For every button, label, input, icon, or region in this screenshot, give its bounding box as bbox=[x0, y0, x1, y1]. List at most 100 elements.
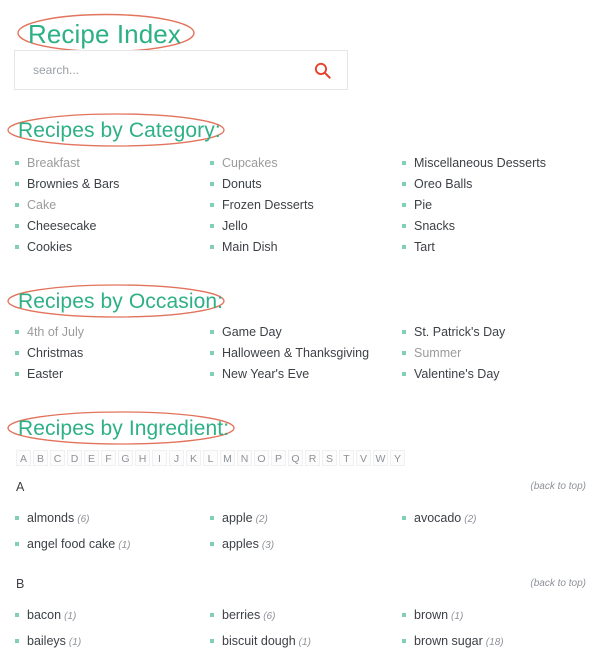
ingredient-count: (6) bbox=[263, 611, 276, 622]
occasion-heading-block: Recipes by Occasion: bbox=[5, 283, 225, 318]
category-item[interactable]: Brownies & Bars bbox=[14, 174, 119, 195]
category-item[interactable]: Miscellaneous Desserts bbox=[401, 153, 546, 174]
ingredient-column-1: almonds (6) angel food cake (1) bbox=[14, 506, 131, 558]
occasion-item[interactable]: Halloween & Thanksgiving bbox=[209, 343, 369, 364]
occasion-item[interactable]: Easter bbox=[14, 364, 84, 385]
alphabet-letter-l[interactable]: L bbox=[203, 450, 218, 466]
ingredient-count: (2) bbox=[255, 514, 268, 525]
ingredient-item[interactable]: avocado (2) bbox=[401, 506, 477, 532]
search-button[interactable] bbox=[308, 51, 347, 89]
ingredient-item[interactable]: angel food cake (1) bbox=[14, 532, 131, 558]
occasion-item[interactable]: 4th of July bbox=[14, 322, 84, 343]
alphabet-letter-y[interactable]: Y bbox=[390, 450, 405, 466]
alphabet-letter-e[interactable]: E bbox=[84, 450, 99, 466]
ingredient-column-3: brown (1) brown sugar (18) bbox=[401, 603, 504, 655]
ingredient-name: bacon bbox=[27, 608, 62, 622]
alphabet-letter-r[interactable]: R bbox=[305, 450, 320, 466]
alphabet-letter-w[interactable]: W bbox=[373, 450, 388, 466]
alphabet-letter-t[interactable]: T bbox=[339, 450, 354, 466]
ingredient-item[interactable]: bacon (1) bbox=[14, 603, 81, 629]
ingredient-item[interactable]: brown (1) bbox=[401, 603, 504, 629]
category-item[interactable]: Main Dish bbox=[209, 237, 314, 258]
alphabet-letter-b[interactable]: B bbox=[33, 450, 48, 466]
occasion-item[interactable]: Summer bbox=[401, 343, 505, 364]
alphabet-letter-n[interactable]: N bbox=[237, 450, 252, 466]
back-to-top-link[interactable]: (back to top) bbox=[530, 578, 586, 589]
alphabet-letter-c[interactable]: C bbox=[50, 450, 65, 466]
alphabet-nav[interactable]: ABCDEFGHIJKLMNOPQRSTVWY bbox=[16, 450, 405, 466]
ingredient-count: (3) bbox=[261, 540, 275, 551]
page-title: Recipe Index bbox=[28, 19, 181, 49]
back-to-top-link[interactable]: (back to top) bbox=[530, 481, 586, 492]
alphabet-letter-o[interactable]: O bbox=[254, 450, 269, 466]
ingredient-group-header: B (back to top) bbox=[0, 577, 600, 595]
ingredient-count: (2) bbox=[464, 514, 477, 525]
ingredient-name: apples bbox=[222, 537, 259, 551]
alphabet-letter-j[interactable]: J bbox=[169, 450, 184, 466]
occasion-item[interactable]: Valentine's Day bbox=[401, 364, 505, 385]
ingredient-heading-block: Recipes by Ingredient: bbox=[5, 410, 235, 445]
category-column-1: Breakfast Brownies & Bars Cake Cheesecake Co… bbox=[14, 153, 119, 258]
ingredient-name: berries bbox=[222, 608, 261, 622]
search-box[interactable] bbox=[14, 50, 348, 90]
category-item[interactable]: Frozen Desserts bbox=[209, 195, 314, 216]
occasion-item[interactable]: Game Day bbox=[209, 322, 369, 343]
ingredient-item[interactable]: biscuit dough (1) bbox=[209, 629, 311, 655]
ingredient-count: (1) bbox=[298, 637, 311, 648]
category-item[interactable]: Tart bbox=[401, 237, 546, 258]
ingredient-group-letter: A bbox=[16, 480, 25, 494]
alphabet-letter-i[interactable]: I bbox=[152, 450, 167, 466]
alphabet-letter-d[interactable]: D bbox=[67, 450, 82, 466]
ingredient-name: brown sugar bbox=[414, 634, 483, 648]
category-item[interactable]: Oreo Balls bbox=[401, 174, 546, 195]
category-item[interactable]: Cake bbox=[14, 195, 119, 216]
ingredient-name: baileys bbox=[27, 634, 66, 648]
alphabet-letter-k[interactable]: K bbox=[186, 450, 201, 466]
alphabet-letter-f[interactable]: F bbox=[101, 450, 116, 466]
search-icon bbox=[314, 62, 331, 79]
alphabet-letter-v[interactable]: V bbox=[356, 450, 371, 466]
category-item[interactable]: Cookies bbox=[14, 237, 119, 258]
alphabet-letter-h[interactable]: H bbox=[135, 450, 150, 466]
ingredient-name: brown bbox=[414, 608, 449, 622]
recipe-index-page: Recipe Index Recipes by Category: Breakf… bbox=[0, 0, 600, 648]
ingredient-group-columns: almonds (6) angel food cake (1) apple (2) appl… bbox=[0, 498, 600, 551]
occasion-item[interactable]: Christmas bbox=[14, 343, 84, 364]
alphabet-letter-p[interactable]: P bbox=[271, 450, 286, 466]
ingredient-item[interactable]: brown sugar (18) bbox=[401, 629, 504, 655]
search-input[interactable] bbox=[15, 63, 308, 77]
occasion-item[interactable]: St. Patrick's Day bbox=[401, 322, 505, 343]
ingredient-count: (18) bbox=[485, 637, 504, 648]
ingredient-count: (1) bbox=[68, 637, 82, 648]
category-item[interactable]: Cupcakes bbox=[209, 153, 314, 174]
ingredient-item[interactable]: baileys (1) bbox=[14, 629, 81, 655]
category-heading-block: Recipes by Category: bbox=[5, 112, 225, 147]
occasion-item[interactable]: New Year's Eve bbox=[209, 364, 369, 385]
ingredient-name: apple bbox=[222, 511, 253, 525]
occasion-column-3: St. Patrick's Day Summer Valentine's Day bbox=[401, 322, 505, 385]
ingredient-item[interactable]: apples (3) bbox=[209, 532, 274, 558]
alphabet-letter-m[interactable]: M bbox=[220, 450, 235, 466]
ingredient-count: (6) bbox=[77, 514, 90, 525]
ingredient-group-a: A (back to top) almonds (6) angel food cake (… bbox=[0, 480, 600, 551]
category-item[interactable]: Pie bbox=[401, 195, 546, 216]
alphabet-letter-q[interactable]: Q bbox=[288, 450, 303, 466]
category-item[interactable]: Cheesecake bbox=[14, 216, 119, 237]
category-item[interactable]: Donuts bbox=[209, 174, 314, 195]
ingredient-item[interactable]: berries (6) bbox=[209, 603, 311, 629]
ingredient-group-letter: B bbox=[16, 577, 25, 591]
category-item[interactable]: Jello bbox=[209, 216, 314, 237]
alphabet-letter-a[interactable]: A bbox=[16, 450, 31, 466]
occasion-column-1: 4th of July Christmas Easter bbox=[14, 322, 84, 385]
ingredient-name: angel food cake bbox=[27, 537, 116, 551]
ingredient-item[interactable]: almonds (6) bbox=[14, 506, 131, 532]
ingredient-column-1: bacon (1) baileys (1) bbox=[14, 603, 81, 655]
ingredient-count: (1) bbox=[64, 611, 77, 622]
alphabet-letter-s[interactable]: S bbox=[322, 450, 337, 466]
ingredient-item[interactable]: apple (2) bbox=[209, 506, 274, 532]
category-item[interactable]: Breakfast bbox=[14, 153, 119, 174]
category-column-3: Miscellaneous Desserts Oreo Balls Pie Snack… bbox=[401, 153, 546, 258]
alphabet-letter-g[interactable]: G bbox=[118, 450, 133, 466]
category-item[interactable]: Snacks bbox=[401, 216, 546, 237]
ingredient-name: avocado bbox=[414, 511, 462, 525]
